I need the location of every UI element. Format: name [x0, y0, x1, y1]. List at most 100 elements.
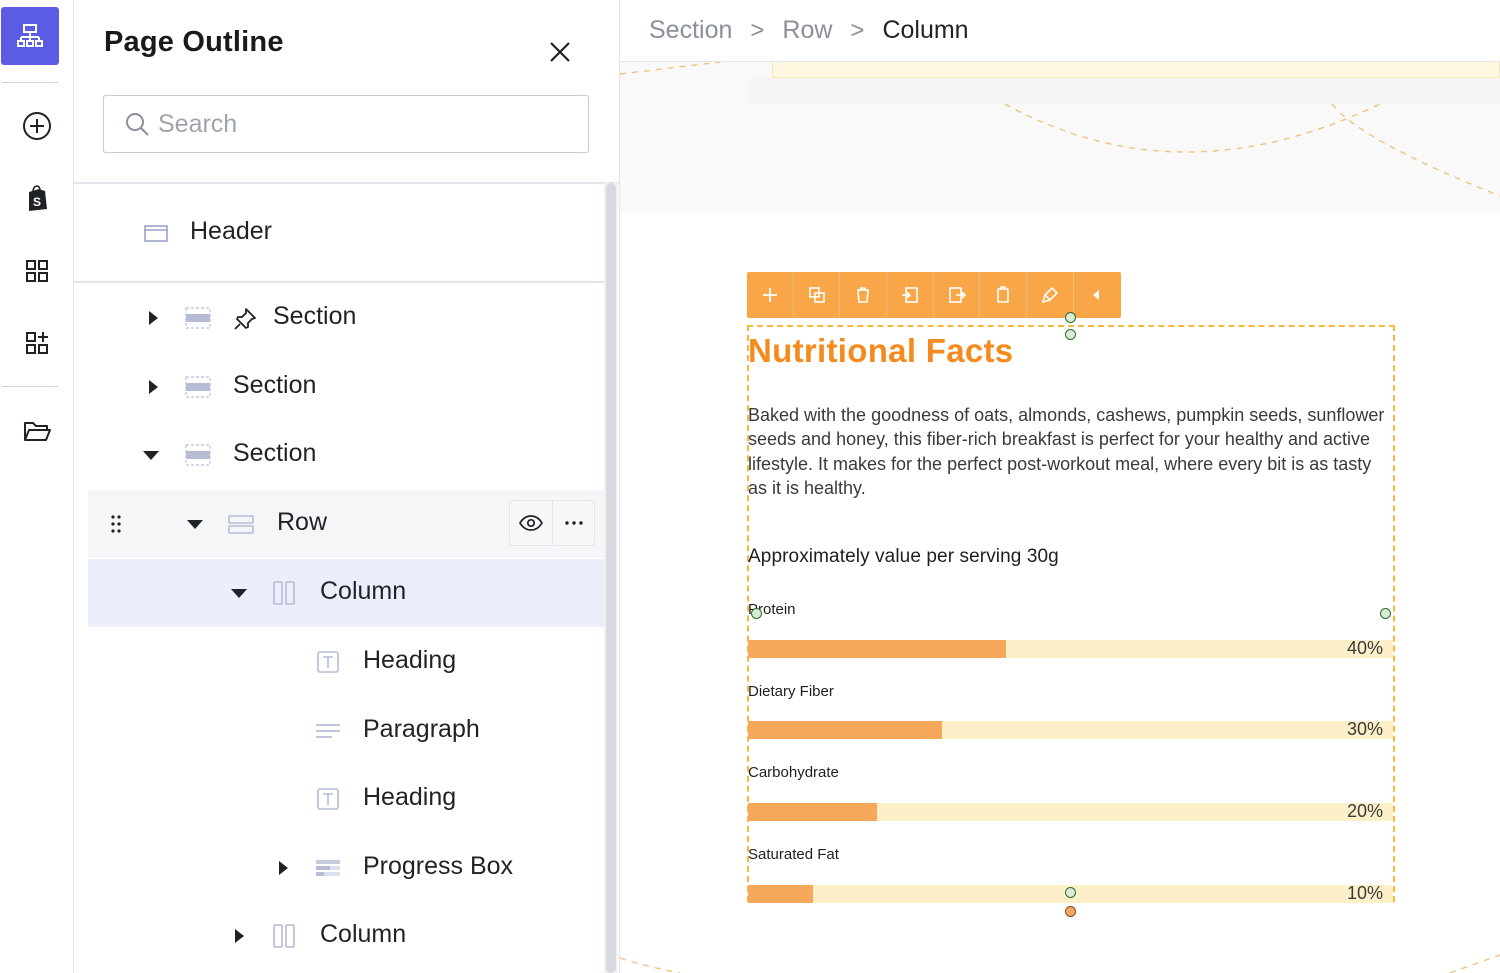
- tree-item-column[interactable]: Column: [88, 902, 604, 970]
- delete-icon: [857, 287, 870, 303]
- search-icon: [126, 113, 149, 136]
- nutritional-facts-heading[interactable]: Nutritional Facts: [748, 332, 1013, 370]
- paragraph-icon: [316, 724, 340, 738]
- delete-button[interactable]: [840, 272, 888, 318]
- grid-add-icon: [26, 332, 48, 354]
- eye-icon: [519, 515, 543, 531]
- panel-title: Page Outline: [104, 26, 284, 58]
- progress-label: Carbohydrate: [748, 764, 839, 781]
- tree-item-label: Paragraph: [363, 715, 480, 743]
- breadcrumb-separator: >: [750, 16, 765, 44]
- copy-icon: [997, 286, 1010, 303]
- toggle-visibility-button[interactable]: [510, 501, 552, 545]
- resize-handle[interactable]: [1065, 906, 1076, 917]
- tree-item-section[interactable]: Section: [88, 353, 604, 421]
- previous-section-block: [748, 78, 1500, 104]
- more-horizontal-icon: [564, 521, 583, 525]
- drag-handle-icon[interactable]: [110, 514, 122, 534]
- tree-item-label: Column: [320, 577, 407, 605]
- add-block-button[interactable]: [0, 313, 74, 373]
- add-element-button[interactable]: [747, 272, 794, 318]
- tree-item-progress-box[interactable]: Progress Box: [88, 834, 604, 902]
- export-icon: [948, 287, 966, 303]
- tree-item-column[interactable]: Column: [88, 559, 604, 627]
- copy-button[interactable]: [980, 272, 1028, 318]
- progress-percent: 30%: [1346, 719, 1383, 739]
- progress-bar[interactable]: 40%: [748, 638, 1393, 658]
- resize-handle[interactable]: [1065, 887, 1076, 898]
- resize-handle[interactable]: [751, 608, 762, 619]
- previous-section: [620, 62, 1500, 212]
- tree-item-heading[interactable]: Heading: [88, 628, 604, 696]
- tree-item-heading[interactable]: Heading: [88, 765, 604, 833]
- caret-right-icon[interactable]: [230, 927, 248, 945]
- caret-right-icon[interactable]: [274, 859, 292, 877]
- page-outline-panel: Page Outline Header: [74, 0, 620, 973]
- tree-item-label: Heading: [363, 646, 457, 674]
- import-icon: [901, 287, 918, 303]
- progress-percent: 20%: [1346, 801, 1383, 821]
- resize-handle[interactable]: [1065, 312, 1076, 323]
- shopify-button[interactable]: S: [0, 168, 74, 228]
- caret-down-icon[interactable]: [142, 446, 160, 464]
- add-element-button[interactable]: [0, 96, 74, 156]
- progress-fill: [748, 803, 877, 821]
- caret-right-icon[interactable]: [144, 309, 162, 327]
- caret-right-icon[interactable]: [144, 378, 162, 396]
- tree-item-label: Section: [233, 371, 317, 399]
- tree-item-label: Progress Box: [363, 852, 514, 880]
- breadcrumb: Section > Row > Column: [620, 0, 1500, 62]
- collapse-arrow-icon: [1093, 290, 1100, 300]
- open-folder-button[interactable]: [0, 401, 74, 461]
- outline-scrollbar[interactable]: [604, 183, 618, 973]
- caret-down-icon[interactable]: [230, 584, 248, 602]
- description-paragraph[interactable]: Baked with the goodness of oats, almonds…: [748, 403, 1388, 501]
- more-options-button[interactable]: [552, 501, 594, 545]
- progress-bar[interactable]: 20%: [748, 801, 1393, 821]
- tree-item-header[interactable]: Header: [88, 199, 604, 267]
- serving-subheading[interactable]: Approximately value per serving 30g: [748, 546, 1059, 568]
- tree-item-section[interactable]: Section: [88, 284, 604, 352]
- add-circle-icon: [23, 112, 51, 140]
- progress-fill: [748, 885, 813, 903]
- editor-canvas: Section > Row > Column Nutritional Facts…: [620, 0, 1500, 973]
- export-button[interactable]: [934, 272, 981, 318]
- progress-fill: [748, 721, 942, 739]
- breadcrumb-separator: >: [850, 16, 865, 44]
- grid-icon: [26, 260, 48, 282]
- tree-item-label: Section: [273, 302, 357, 330]
- left-rail: S: [0, 0, 74, 973]
- blocks-button[interactable]: [0, 241, 74, 301]
- resize-handle[interactable]: [1380, 608, 1391, 619]
- tree-item-label: Column: [320, 920, 407, 948]
- outline-tree: Header Section Section Section Row Colum…: [74, 183, 604, 973]
- tree-item-label: Heading: [363, 783, 457, 811]
- tree-item-paragraph[interactable]: Paragraph: [88, 697, 604, 765]
- tree-item-label: Section: [233, 439, 317, 467]
- duplicate-button[interactable]: [794, 272, 841, 318]
- tree-item-section[interactable]: Section: [88, 421, 604, 489]
- section-icon: [185, 376, 211, 398]
- row-icon: [228, 515, 254, 534]
- breadcrumb-item-row[interactable]: Row: [782, 16, 832, 45]
- style-button[interactable]: [1027, 272, 1074, 318]
- pin-icon: [234, 308, 256, 330]
- divider: [74, 281, 604, 283]
- column-icon: [273, 924, 295, 948]
- search-input[interactable]: [158, 109, 578, 139]
- progress-bar[interactable]: 30%: [748, 719, 1393, 739]
- heading-icon: [317, 651, 339, 673]
- folder-open-icon: [24, 422, 51, 441]
- close-button[interactable]: [544, 36, 576, 68]
- resize-handle[interactable]: [1065, 329, 1076, 340]
- caret-down-icon[interactable]: [186, 515, 204, 533]
- breadcrumb-item-section[interactable]: Section: [649, 16, 732, 45]
- import-button[interactable]: [887, 272, 934, 318]
- previous-section-block: [772, 62, 1500, 78]
- rail-divider: [2, 82, 58, 83]
- scrollbar-thumb[interactable]: [606, 183, 616, 973]
- row-actions: [509, 500, 595, 546]
- tree-item-row[interactable]: Row: [88, 490, 604, 558]
- collapse-toolbar-button[interactable]: [1074, 272, 1121, 318]
- outline-tree-icon[interactable]: [1, 7, 59, 65]
